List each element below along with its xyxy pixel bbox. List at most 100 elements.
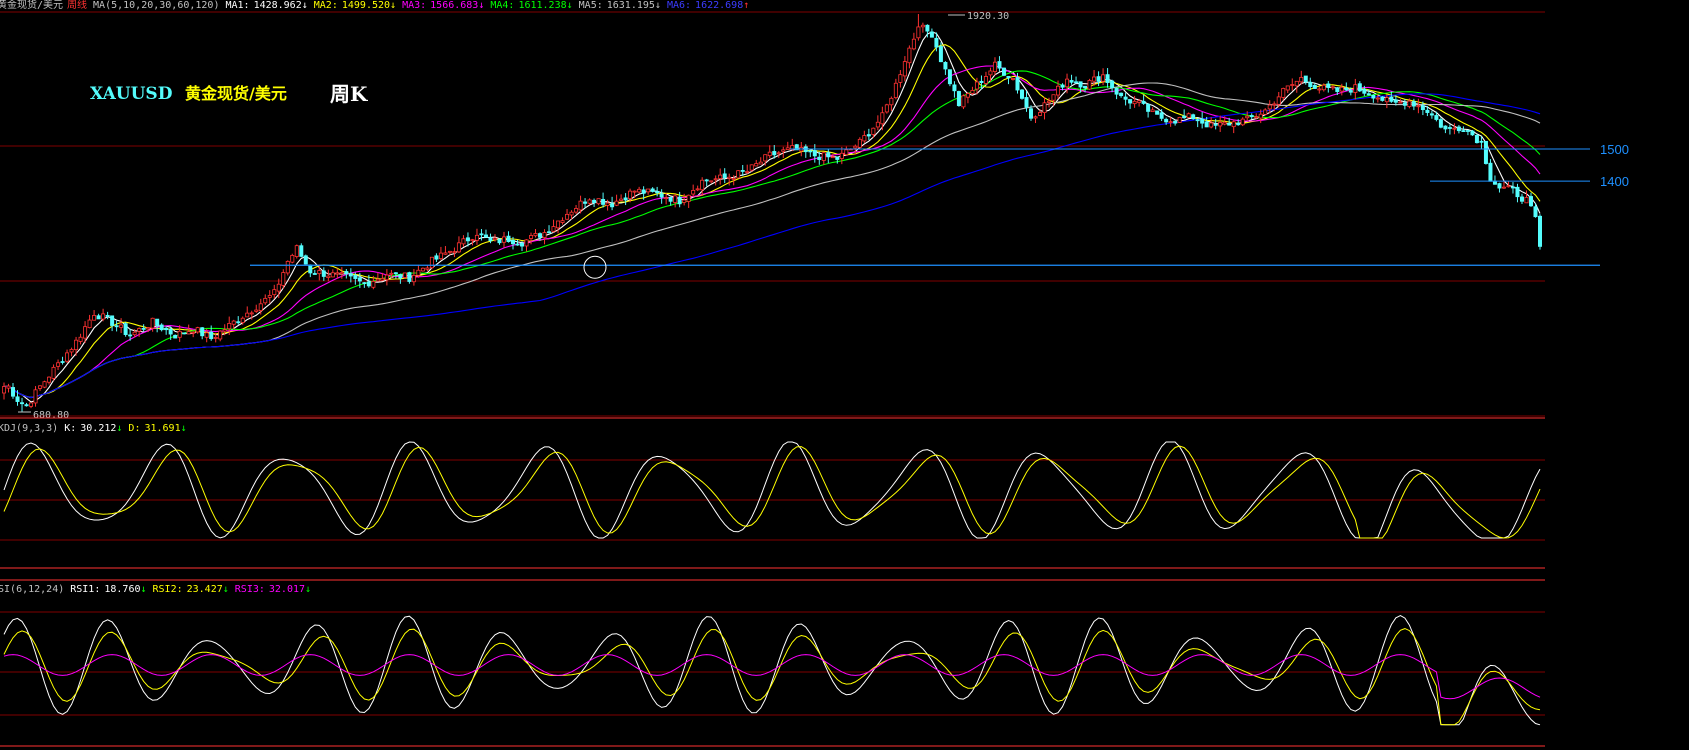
candle-body	[335, 272, 340, 275]
candle-body	[186, 331, 191, 335]
candle-body	[357, 277, 362, 282]
candle-body	[1303, 75, 1308, 83]
candle-body	[1393, 99, 1398, 103]
level-1500-label: 1500	[1600, 142, 1629, 157]
candle-body	[402, 272, 407, 278]
candle-body	[515, 243, 520, 246]
candle-body	[380, 278, 385, 281]
candle-body	[398, 274, 403, 279]
candle-body	[551, 226, 556, 232]
candle-body	[1443, 125, 1448, 130]
candle-body	[375, 278, 380, 282]
candle-body	[15, 396, 20, 402]
candle-body	[1290, 84, 1295, 86]
candle-body	[1141, 100, 1146, 104]
candle-body	[772, 151, 777, 156]
candle-body	[893, 82, 898, 99]
candle-body	[236, 321, 241, 324]
candle-body	[150, 317, 155, 329]
candles	[2, 14, 1543, 412]
candle-body	[1182, 115, 1187, 119]
candle-body	[47, 376, 52, 383]
candle-body	[853, 145, 858, 149]
main-header: 黄金现货/美元 周线 MA(5,10,20,30,60,120) MA1: 1428.9…	[0, 0, 749, 11]
candle-body	[1371, 94, 1376, 99]
candle-body	[101, 313, 106, 320]
rsi2-arrow: ↓	[223, 584, 229, 595]
candle-body	[911, 38, 916, 50]
ma2-label: MA2:	[314, 0, 338, 11]
candle-body	[547, 231, 552, 234]
candle-body	[1096, 76, 1101, 82]
ma20-line	[3, 65, 1541, 399]
ma3-value: 1566.683	[430, 0, 478, 11]
candle-body	[110, 315, 115, 326]
candle-body	[1299, 76, 1304, 83]
candle-body	[164, 327, 169, 331]
candle-body	[78, 336, 83, 342]
candle-body	[42, 381, 47, 388]
ma1-arrow: ↓	[302, 0, 308, 11]
candle-body	[1434, 115, 1439, 120]
kdj-k-value: 30.212	[80, 423, 116, 434]
candle-body	[1164, 118, 1169, 123]
candle-body	[213, 336, 218, 339]
high-annotation: 1920.30	[967, 11, 1009, 22]
candle-body	[943, 62, 948, 70]
kdj-lines	[3, 441, 1541, 539]
candle-body	[38, 385, 43, 389]
kdj-k-arrow: ↓	[116, 423, 122, 434]
candle-body	[650, 188, 655, 192]
candle-body	[299, 245, 304, 257]
candle-body	[1402, 102, 1407, 106]
candle-body	[1074, 81, 1079, 84]
ma3-arrow: ↓	[478, 0, 484, 11]
rsi3-arrow: ↓	[305, 584, 311, 595]
candle-body	[682, 199, 687, 203]
candle-body	[258, 303, 263, 311]
candle-body	[934, 37, 939, 48]
candle-body	[456, 242, 461, 253]
candle-body	[1056, 85, 1061, 96]
candle-body	[60, 361, 65, 363]
candle-body	[1173, 120, 1178, 124]
ma2-arrow: ↓	[390, 0, 396, 11]
candle-body	[583, 201, 588, 204]
candle-body	[812, 150, 817, 157]
rsi3-value: 32.017	[269, 584, 305, 595]
candle-body	[1123, 96, 1128, 100]
candle-body	[1110, 80, 1115, 89]
candle-body	[11, 387, 16, 397]
rsi2-line	[3, 628, 1541, 726]
ma6-label: MA6:	[667, 0, 691, 11]
candle-body	[1087, 80, 1092, 90]
candle-body	[114, 325, 119, 328]
candle-body	[123, 323, 128, 335]
candle-body	[952, 84, 957, 92]
candle-body	[587, 199, 592, 204]
chart-subtitle: 黄金现货/美元	[185, 84, 287, 103]
candle-body	[182, 332, 187, 335]
candle-body	[1317, 88, 1322, 91]
candle-body	[1321, 84, 1326, 91]
candle-body	[1519, 196, 1524, 202]
candle-body	[668, 196, 673, 202]
candle-body	[173, 334, 178, 339]
candle-body	[168, 328, 173, 335]
candle-body	[902, 61, 907, 77]
candle-body	[312, 273, 317, 275]
kdj-k-label: K:	[64, 423, 76, 434]
candle-body	[249, 312, 254, 315]
candle-body	[240, 317, 245, 323]
ma4-value: 1611.238	[518, 0, 566, 11]
candle-body	[254, 309, 259, 312]
candle-body	[132, 331, 137, 336]
candle-body	[434, 255, 439, 260]
candle-body	[700, 179, 705, 191]
candle-body	[155, 318, 160, 326]
candle-body	[371, 281, 376, 288]
candle-body	[384, 274, 389, 281]
candle-body	[1150, 109, 1155, 113]
candle-body	[691, 190, 696, 195]
candle-body	[1416, 105, 1421, 108]
